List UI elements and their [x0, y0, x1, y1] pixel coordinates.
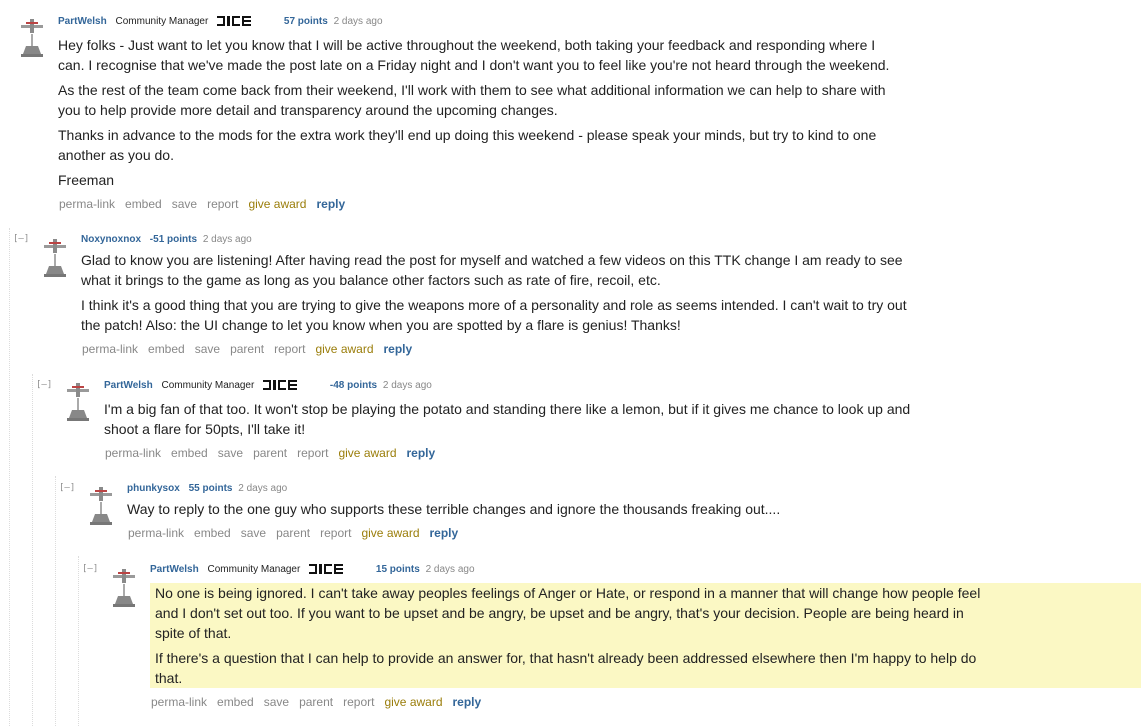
timestamp: 2 days ago — [382, 380, 432, 391]
collapse-toggle[interactable]: [–] — [13, 234, 29, 244]
comment-paragraph: As the rest of the team come back from t… — [58, 82, 886, 118]
thread-line — [78, 556, 79, 726]
timestamp: 2 days ago — [202, 234, 252, 245]
score: 55 points — [188, 483, 233, 494]
comment-buttons: perma-link embed save parent report give awar… — [151, 695, 491, 709]
tagline: PartWelsh Community Manager -48 points 2… — [104, 379, 432, 393]
permalink-button[interactable]: perma-link — [59, 197, 115, 211]
collapse-toggle[interactable]: [–] — [59, 483, 75, 493]
permalink-button[interactable]: perma-link — [151, 695, 207, 709]
parent-button[interactable]: parent — [230, 342, 264, 356]
comment-paragraph: I'm a big fan of that too. It won't stop… — [104, 401, 911, 437]
comment-buttons: perma-link embed save parent report give awar… — [82, 342, 422, 356]
reply-button[interactable]: reply — [384, 342, 413, 356]
give-award-button[interactable]: give award — [361, 526, 419, 540]
author-link[interactable]: Noxynoxnox — [81, 234, 141, 245]
reply-button[interactable]: reply — [430, 526, 459, 540]
score: -51 points — [149, 234, 198, 245]
user-flair: Community Manager — [161, 380, 255, 391]
parent-button[interactable]: parent — [299, 695, 333, 709]
comment-body: Way to reply to the one guy who supports… — [127, 499, 947, 524]
parent-button[interactable]: parent — [253, 446, 287, 460]
embed-button[interactable]: embed — [217, 695, 254, 709]
thread-line — [55, 476, 56, 726]
comment-paragraph: If there's a question that I can help to… — [155, 650, 977, 686]
comment-body: Glad to know you are listening! After ha… — [81, 250, 921, 340]
give-award-button[interactable]: give award — [384, 695, 442, 709]
tagline: PartWelsh Community Manager 57 points 2 … — [58, 15, 383, 29]
collapse-toggle[interactable]: [–] — [82, 564, 98, 574]
score: 57 points — [283, 16, 328, 27]
save-button[interactable]: save — [172, 197, 197, 211]
dice-logo-icon — [217, 16, 252, 26]
thread-line — [9, 228, 10, 726]
comment-paragraph: Glad to know you are listening! After ha… — [81, 252, 903, 288]
give-award-button[interactable]: give award — [248, 197, 306, 211]
avatar-plane-icon[interactable] — [42, 236, 68, 278]
timestamp: 2 days ago — [425, 564, 475, 575]
user-flair: Community Manager — [207, 564, 301, 575]
author-link[interactable]: PartWelsh — [104, 380, 153, 391]
avatar-plane-icon[interactable] — [19, 16, 45, 58]
save-button[interactable]: save — [195, 342, 220, 356]
score: -48 points — [329, 380, 378, 391]
avatar-plane-icon[interactable] — [88, 484, 114, 526]
permalink-button[interactable]: perma-link — [128, 526, 184, 540]
reply-button[interactable]: reply — [453, 695, 482, 709]
comment-paragraph: Thanks in advance to the mods for the ex… — [58, 127, 877, 163]
embed-button[interactable]: embed — [194, 526, 231, 540]
score: 15 points — [375, 564, 420, 575]
reply-button[interactable]: reply — [407, 446, 436, 460]
tagline: phunkysox 55 points 2 days ago — [127, 482, 287, 496]
comment-paragraph: I think it's a good thing that you are t… — [81, 297, 907, 333]
save-button[interactable]: save — [218, 446, 243, 460]
timestamp: 2 days ago — [238, 483, 288, 494]
permalink-button[interactable]: perma-link — [82, 342, 138, 356]
save-button[interactable]: save — [241, 526, 266, 540]
thread-line — [32, 374, 33, 726]
author-link[interactable]: phunkysox — [127, 483, 180, 494]
comment-body: Hey folks - Just want to let you know th… — [58, 35, 898, 195]
collapse-toggle[interactable]: [–] — [36, 380, 52, 390]
comment-body-highlighted: No one is being ignored. I can't take aw… — [150, 583, 1141, 688]
comment-buttons: perma-link embed save parent report give awar… — [105, 446, 445, 460]
timestamp: 2 days ago — [333, 16, 383, 27]
give-award-button[interactable]: give award — [315, 342, 373, 356]
report-button[interactable]: report — [274, 342, 305, 356]
embed-button[interactable]: embed — [125, 197, 162, 211]
report-button[interactable]: report — [343, 695, 374, 709]
user-flair: Community Manager — [115, 16, 209, 27]
comment-paragraph: Way to reply to the one guy who supports… — [127, 501, 781, 517]
permalink-button[interactable]: perma-link — [105, 446, 161, 460]
avatar-plane-icon[interactable] — [111, 566, 137, 608]
embed-button[interactable]: embed — [148, 342, 185, 356]
comment-buttons: perma-link embed save report give award reply — [59, 197, 355, 211]
comment-body: I'm a big fan of that too. It won't stop… — [104, 399, 924, 444]
comment-paragraph: No one is being ignored. I can't take aw… — [155, 585, 981, 641]
author-link[interactable]: PartWelsh — [150, 564, 199, 575]
dice-logo-icon — [309, 564, 344, 574]
tagline: PartWelsh Community Manager 15 points 2 … — [150, 563, 475, 577]
comment-paragraph: Hey folks - Just want to let you know th… — [58, 37, 890, 73]
comment-paragraph: Freeman — [58, 172, 115, 188]
report-button[interactable]: report — [297, 446, 328, 460]
avatar-plane-icon[interactable] — [65, 380, 91, 422]
parent-button[interactable]: parent — [276, 526, 310, 540]
report-button[interactable]: report — [320, 526, 351, 540]
author-link[interactable]: PartWelsh — [58, 16, 107, 27]
comment-buttons: perma-link embed save parent report give awar… — [128, 526, 468, 540]
report-button[interactable]: report — [207, 197, 238, 211]
tagline: Noxynoxnox -51 points 2 days ago — [81, 233, 252, 247]
save-button[interactable]: save — [264, 695, 289, 709]
give-award-button[interactable]: give award — [338, 446, 396, 460]
dice-logo-icon — [263, 380, 298, 390]
reply-button[interactable]: reply — [316, 197, 345, 211]
embed-button[interactable]: embed — [171, 446, 208, 460]
